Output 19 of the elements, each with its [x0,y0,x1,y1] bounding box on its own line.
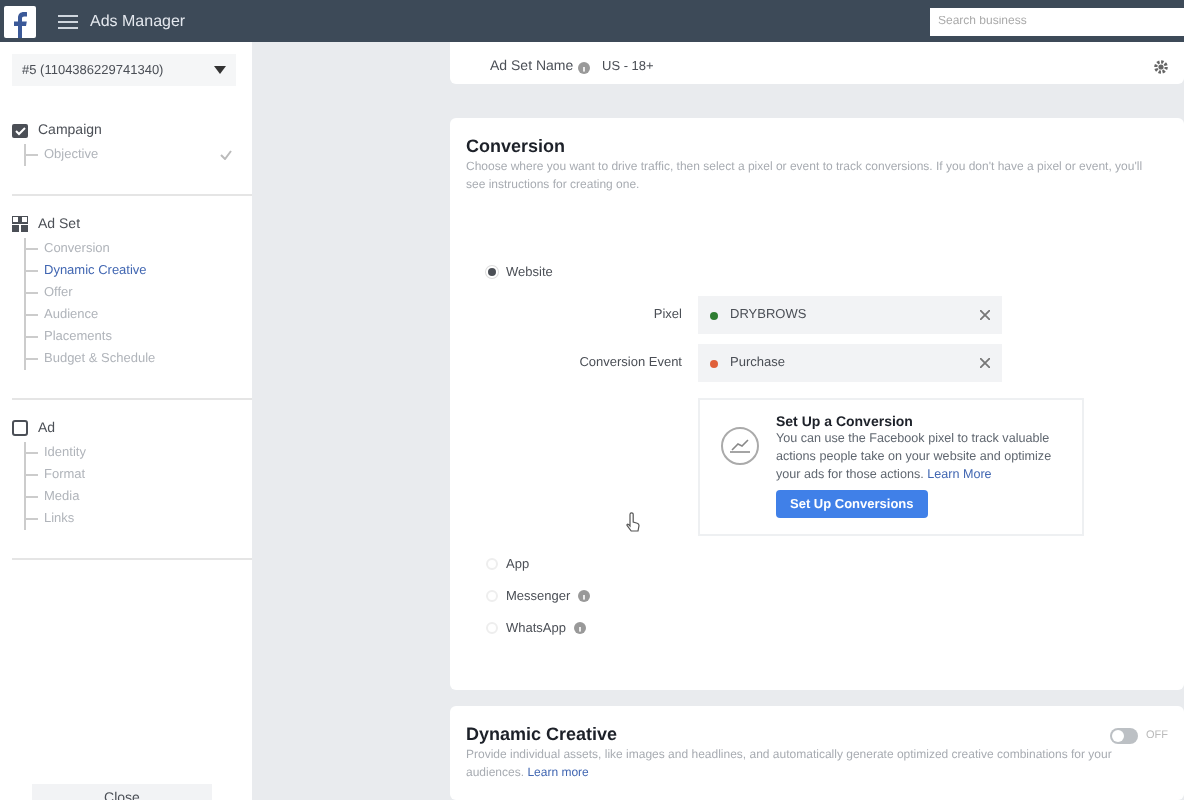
toggle-switch[interactable] [1110,728,1138,744]
checked-folder-icon [12,122,28,138]
hand-cursor-icon [626,512,640,532]
f-letter-icon [8,9,32,37]
gear-icon [1154,60,1168,74]
close-icon [980,310,990,320]
square-icon [12,420,28,436]
close-icon [980,358,990,368]
app-title: Ads Manager [90,12,186,30]
card-title: Dynamic Creative [466,724,618,744]
info-icon [574,622,586,634]
caret-icon [214,66,226,74]
menu-icon [58,13,78,29]
logo-icon[interactable] [4,5,36,37]
card-title: Conversion [466,136,568,156]
grid-icon [12,216,28,232]
chart-circle-icon [720,426,760,466]
info-icon [578,590,591,602]
info-icon [577,61,590,73]
